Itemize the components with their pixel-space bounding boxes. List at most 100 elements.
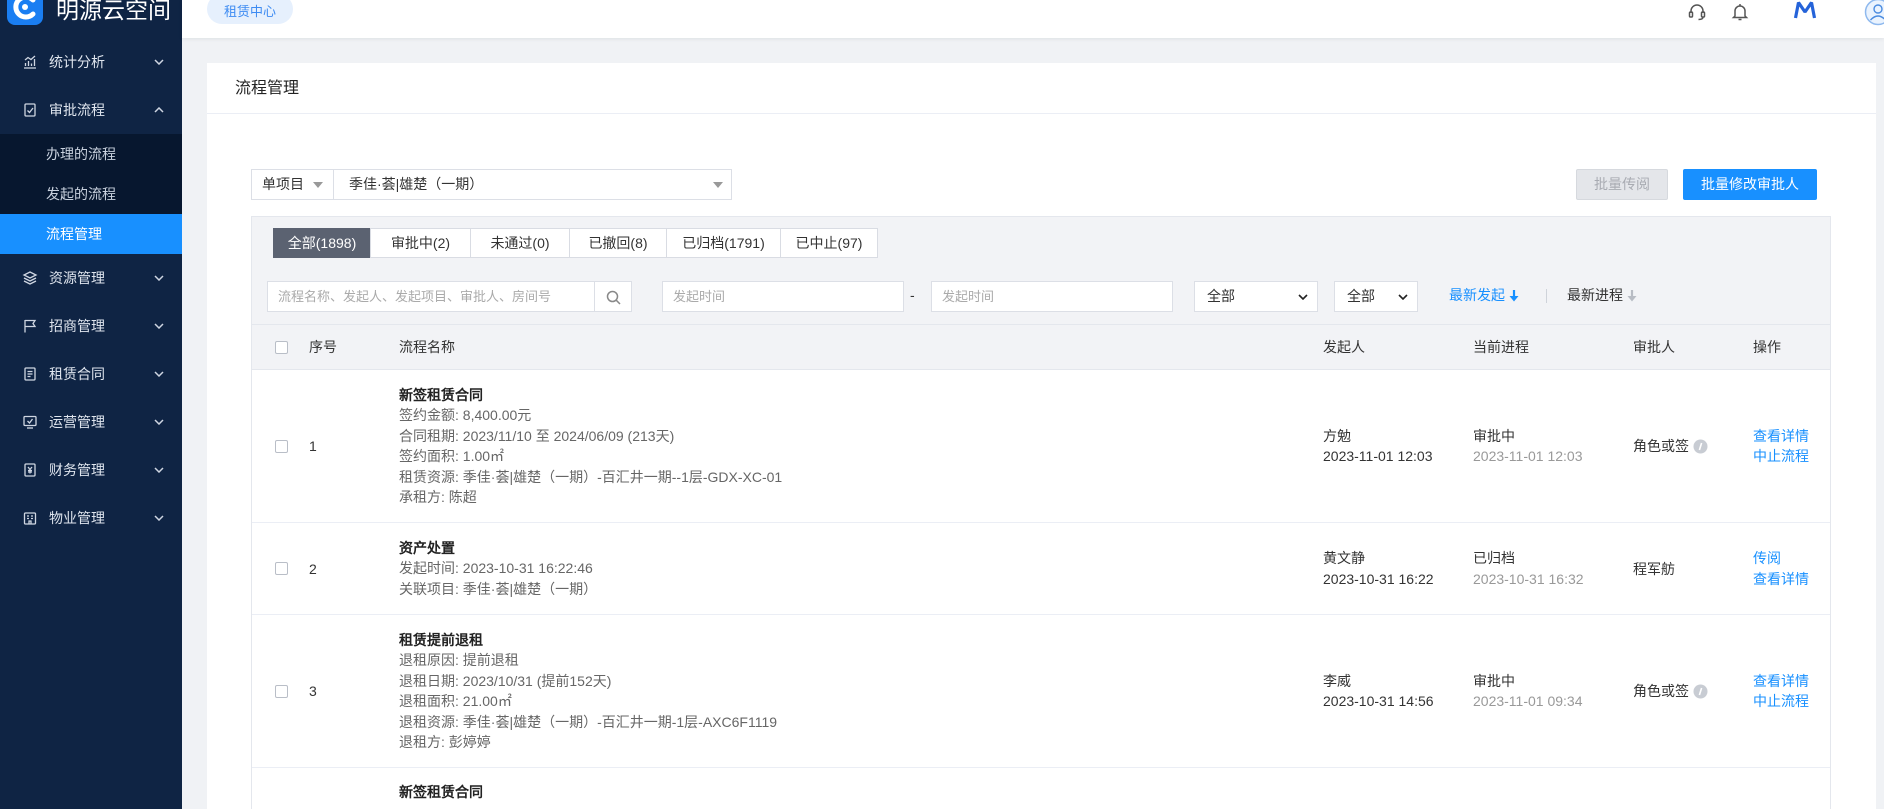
row-index: 2 xyxy=(309,560,317,577)
bell-icon[interactable] xyxy=(1730,2,1750,22)
table-row: 新签租赁合同 xyxy=(252,768,1830,809)
user-avatar-icon xyxy=(1864,0,1884,26)
column-header: 当前进程 xyxy=(1473,339,1529,355)
approval-submenu: 办理的流程 发起的流程 流程管理 xyxy=(0,134,182,254)
process-detail: 退租原因: 提前退租 xyxy=(399,652,519,668)
sidebar-subitem-process-management[interactable]: 流程管理 xyxy=(0,214,182,254)
sidebar-item-label: 运营管理 xyxy=(49,414,105,430)
terminate-process-link[interactable]: 中止流程 xyxy=(1753,691,1830,712)
sidebar-item-resources[interactable]: 资源管理 xyxy=(0,254,182,302)
chevron-down-icon xyxy=(154,467,164,473)
process-summary: 新签租赁合同 签约金额: 8,400.00元 合同租期: 2023/11/10 … xyxy=(399,385,1323,508)
chevron-up-icon xyxy=(154,107,164,113)
progress-time: 2023-10-31 16:32 xyxy=(1473,570,1584,587)
row-checkbox[interactable] xyxy=(275,684,288,698)
type-select[interactable]: 全部 xyxy=(1334,281,1418,312)
sidebar-item-label: 招商管理 xyxy=(49,318,105,334)
terminate-process-link[interactable]: 中止流程 xyxy=(1753,446,1830,467)
center-tag[interactable]: 租赁中心 xyxy=(207,0,293,24)
project-select[interactable]: 季佳·荟|雄楚（一期） xyxy=(333,169,732,200)
chevron-down-icon xyxy=(154,515,164,521)
project-select-value: 季佳·荟|雄楚（一期） xyxy=(349,176,484,192)
filter-row: 单项目 季佳·荟|雄楚（一期） xyxy=(251,169,732,200)
search-button[interactable] xyxy=(594,281,632,312)
approval-icon xyxy=(24,103,36,117)
progress-cell: 审批中 2023-11-01 09:34 xyxy=(1473,671,1633,712)
tab-archived[interactable]: 已归档(1791) xyxy=(666,228,781,258)
sidebar-item-contracts[interactable]: 租赁合同 xyxy=(0,350,182,398)
process-detail: 签约金额: 8,400.00元 xyxy=(399,407,532,423)
sidebar-item-property[interactable]: 物业管理 xyxy=(0,494,182,542)
info-icon[interactable] xyxy=(1693,439,1708,454)
actions-cell: 查看详情 中止流程 xyxy=(1753,426,1830,467)
initiator-time: 2023-11-01 12:03 xyxy=(1323,448,1433,464)
approver-name: 程军舫 xyxy=(1633,560,1675,577)
tab-all[interactable]: 全部(1898) xyxy=(273,228,371,258)
end-date-input[interactable] xyxy=(931,281,1173,312)
scope-select[interactable]: 单项目 xyxy=(251,169,334,200)
start-date-input[interactable] xyxy=(662,281,904,312)
process-detail: 租赁资源: 季佳·荟|雄楚（一期）-百汇井一期--1层-GDX-XC-01 xyxy=(399,468,783,485)
app-logo[interactable]: 明源云空间 xyxy=(0,0,182,38)
initiator-cell: 方勉 2023-11-01 12:03 xyxy=(1323,426,1473,467)
status-tabs: 全部(1898) 审批中(2) 未通过(0) 已撤回(8) 已归档(1791) … xyxy=(273,228,878,258)
type-select-value: 全部 xyxy=(1347,288,1375,304)
sidebar-item-statistics[interactable]: 统计分析 xyxy=(0,38,182,86)
sidebar-item-investment[interactable]: 招商管理 xyxy=(0,302,182,350)
progress-status: 审批中 xyxy=(1473,672,1515,689)
process-table: 序号 流程名称 发起人 当前进程 审批人 操作 1 新签租赁合同 签约金额: 8… xyxy=(252,324,1830,809)
initiator-time: 2023-10-31 16:22 xyxy=(1323,570,1434,587)
progress-time: 2023-11-01 12:03 xyxy=(1473,448,1583,464)
view-details-link[interactable]: 查看详情 xyxy=(1753,671,1830,692)
search-input[interactable] xyxy=(267,281,595,312)
sidebar-subitem-initiated[interactable]: 发起的流程 xyxy=(0,174,182,214)
tab-in-approval[interactable]: 审批中(2) xyxy=(370,228,471,258)
actions-cell: 传阅 查看详情 xyxy=(1753,548,1830,589)
view-details-link[interactable]: 查看详情 xyxy=(1753,569,1830,590)
sort-latest-progress[interactable]: 最新进程 xyxy=(1567,281,1637,310)
forward-link[interactable]: 传阅 xyxy=(1753,548,1830,569)
progress-status: 审批中 xyxy=(1473,427,1515,444)
chevron-down-icon xyxy=(1298,294,1308,300)
flag-icon xyxy=(24,319,37,333)
search-row: - 全部 全部 最新发起 最新进程 xyxy=(252,281,1830,312)
process-panel: 全部(1898) 审批中(2) 未通过(0) 已撤回(8) 已归档(1791) … xyxy=(251,216,1831,809)
process-summary: 资产处置 发起时间: 2023-10-31 16:22:46 关联项目: 季佳·… xyxy=(399,538,1323,600)
table-row: 1 新签租赁合同 签约金额: 8,400.00元 合同租期: 2023/11/1… xyxy=(252,370,1830,523)
sidebar-item-operations[interactable]: 运营管理 xyxy=(0,398,182,446)
progress-cell: 已归档 2023-10-31 16:32 xyxy=(1473,548,1633,589)
operation-icon xyxy=(23,415,37,429)
row-checkbox[interactable] xyxy=(275,562,288,575)
headset-icon[interactable] xyxy=(1687,2,1707,22)
contract-icon xyxy=(24,367,36,381)
process-detail: 合同租期: 2023/11/10 至 2024/06/09 (213天) xyxy=(399,427,675,444)
column-header: 序号 xyxy=(309,339,337,355)
sidebar-item-finance[interactable]: 财务管理 xyxy=(0,446,182,494)
batch-forward-button[interactable]: 批量传阅 xyxy=(1576,169,1668,200)
process-detail: 退租面积: 21.00㎡ xyxy=(399,693,512,709)
view-details-link[interactable]: 查看详情 xyxy=(1753,426,1830,447)
info-icon[interactable] xyxy=(1693,684,1708,699)
scope-select-value: 单项目 xyxy=(262,176,304,192)
batch-change-approver-button[interactable]: 批量修改审批人 xyxy=(1683,169,1817,200)
process-summary: 租赁提前退租 退租原因: 提前退租 退租日期: 2023/10/31 (提前15… xyxy=(399,630,1323,753)
row-checkbox[interactable] xyxy=(275,439,288,453)
tab-terminated[interactable]: 已中止(97) xyxy=(780,228,878,258)
select-all-checkbox[interactable] xyxy=(275,340,288,354)
initiator-time: 2023-10-31 14:56 xyxy=(1323,693,1434,709)
sort-latest-initiated[interactable]: 最新发起 xyxy=(1449,281,1519,310)
status-select[interactable]: 全部 xyxy=(1194,281,1318,312)
sidebar-subitem-handled[interactable]: 办理的流程 xyxy=(0,134,182,174)
avatar[interactable] xyxy=(1862,0,1884,30)
search-icon xyxy=(606,290,621,305)
brand-m-icon[interactable] xyxy=(1793,0,1817,20)
sidebar-item-approval[interactable]: 审批流程 xyxy=(0,86,182,134)
tab-withdrawn[interactable]: 已撤回(8) xyxy=(569,228,667,258)
row-index: 1 xyxy=(309,438,317,454)
progress-status: 已归档 xyxy=(1473,550,1515,566)
sort-latest-progress-label: 最新进程 xyxy=(1567,287,1623,303)
initiator-cell: 李威 2023-10-31 14:56 xyxy=(1323,671,1473,712)
tab-rejected[interactable]: 未通过(0) xyxy=(470,228,570,258)
process-detail: 发起时间: 2023-10-31 16:22:46 xyxy=(399,560,593,577)
chart-icon xyxy=(24,55,36,69)
